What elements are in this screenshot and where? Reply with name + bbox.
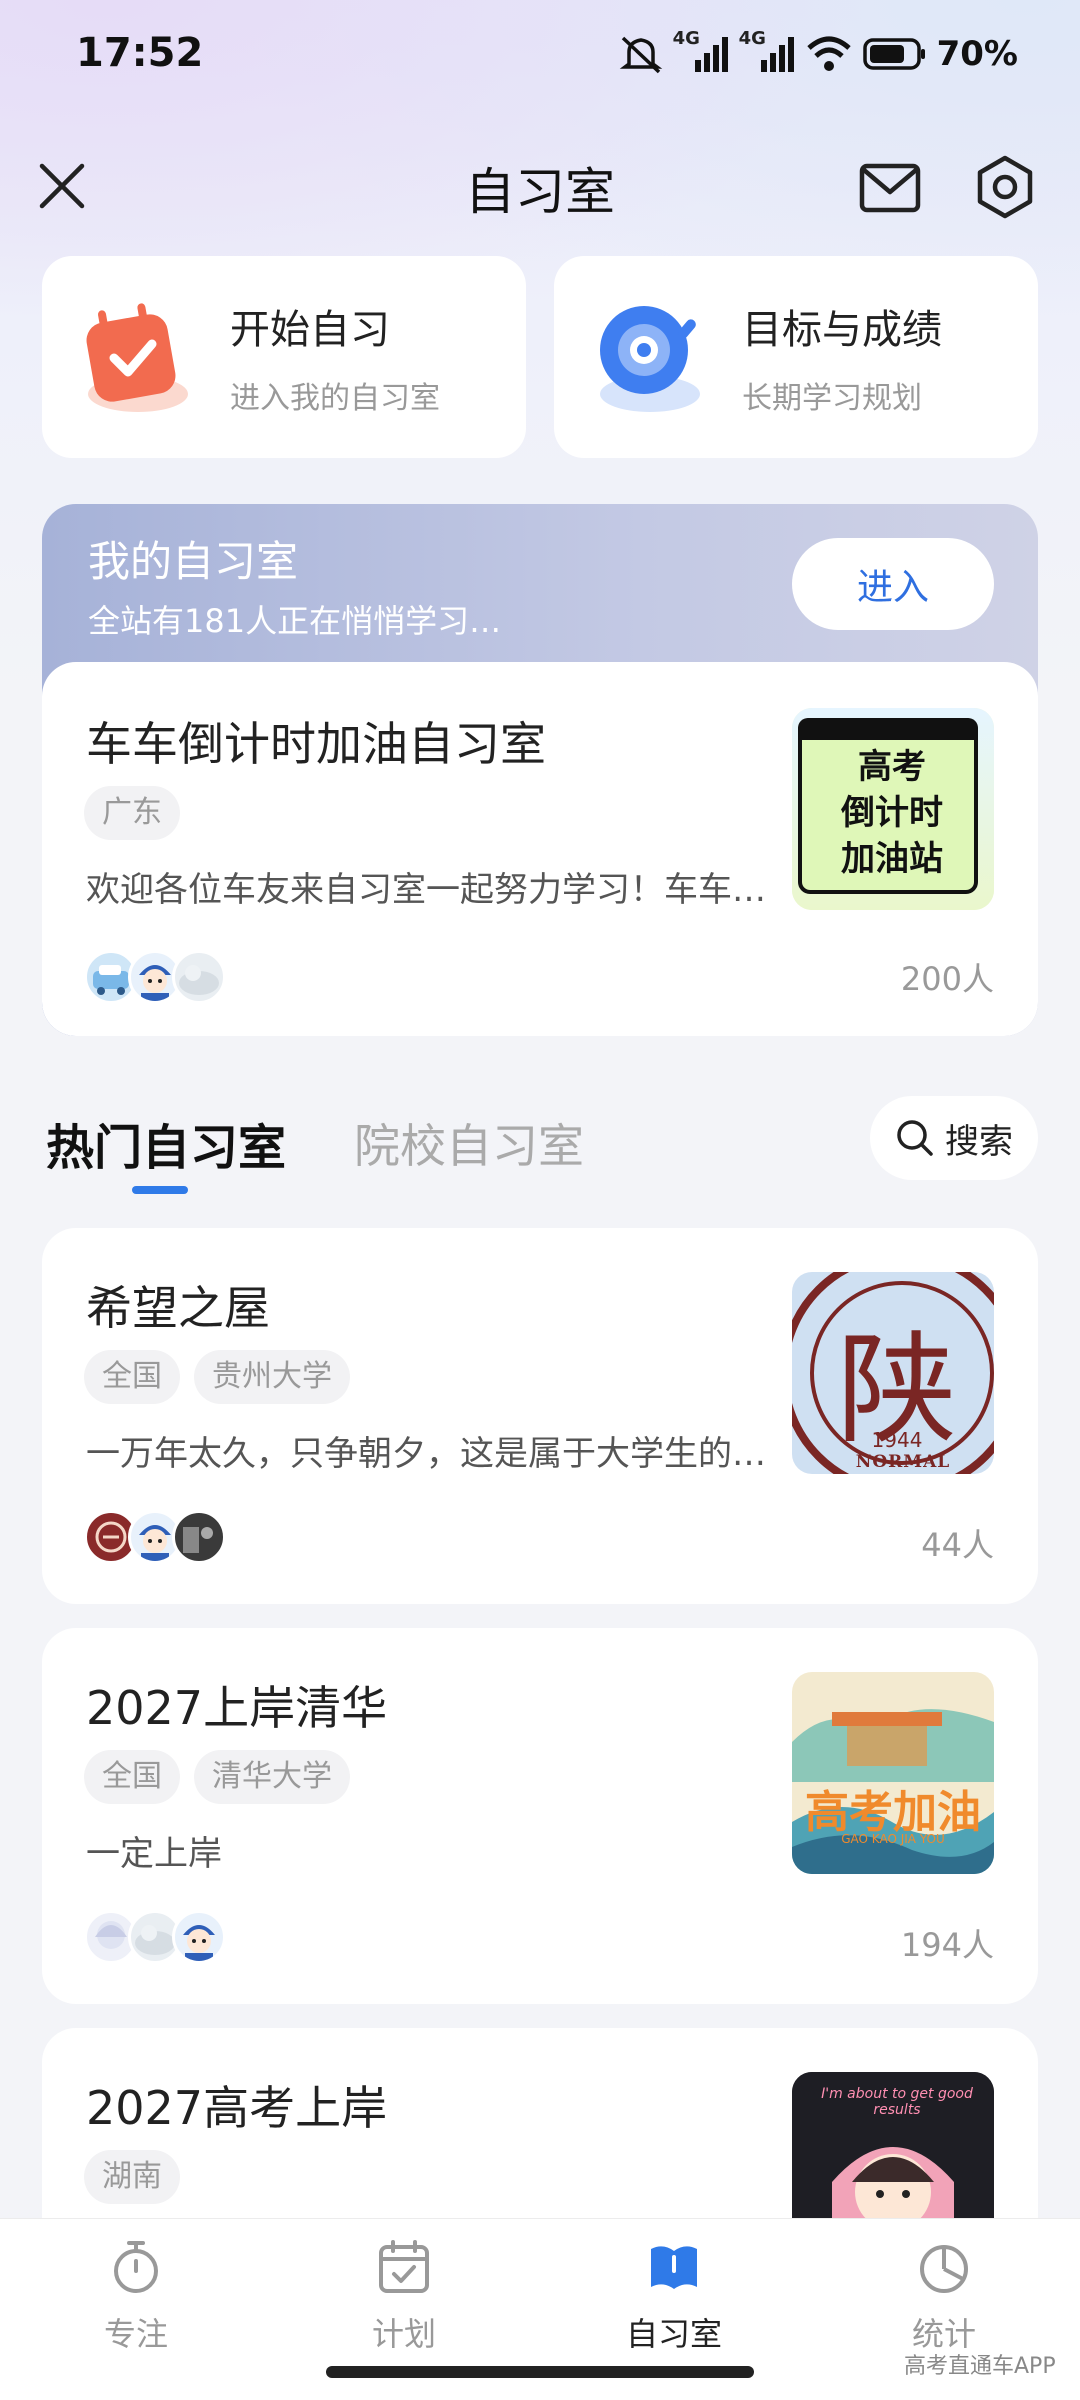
mute-icon bbox=[619, 36, 662, 74]
my-room-section: 我的自习室 全站有181人正在悄悄学习… 进入 车车倒计时加油自习室 广东 欢迎… bbox=[42, 504, 1038, 1036]
calendar-check-icon bbox=[76, 298, 194, 416]
room-tag: 贵州大学 bbox=[194, 1350, 350, 1404]
thumb-year: 1944 bbox=[871, 1428, 923, 1452]
search-button[interactable]: 搜索 bbox=[870, 1096, 1038, 1180]
thumb-subtext: GAO KAO JIA YOU bbox=[841, 1832, 945, 1846]
timer-icon bbox=[114, 2241, 158, 2293]
search-icon bbox=[897, 1120, 933, 1156]
enter-button[interactable]: 进入 bbox=[792, 538, 994, 630]
tab-school-rooms[interactable]: 院校自习室 bbox=[354, 1110, 584, 1176]
room-thumbnail: 高考 倒计时 加油站 bbox=[792, 708, 994, 910]
room-description: 一万年太久，只争朝夕，这是属于大学生的… bbox=[86, 1434, 766, 1474]
room-name: 2027高考上岸 bbox=[86, 2081, 388, 2135]
battery-percent: 70% bbox=[936, 34, 1018, 74]
tab-hot-rooms[interactable]: 热门自习室 bbox=[46, 1108, 286, 1178]
my-room-subtitle: 全站有181人正在悄悄学习… bbox=[88, 602, 502, 640]
nav-label: 自习室 bbox=[625, 2315, 722, 2353]
avatar bbox=[172, 1510, 226, 1564]
member-avatars bbox=[84, 1510, 226, 1564]
room-thumbnail: 高考加油 GAO KAO JIA YOU bbox=[792, 1672, 994, 1874]
thumb-line-2: 倒计时 bbox=[841, 793, 943, 833]
battery-icon bbox=[862, 38, 925, 70]
thumb-line-3: 加油站 bbox=[841, 839, 943, 879]
nav-study-room[interactable]: 自习室 bbox=[604, 2239, 744, 2355]
goals-title: 目标与成绩 bbox=[742, 307, 942, 353]
calendar-icon bbox=[379, 2240, 429, 2293]
start-study-card[interactable]: 开始自习 进入我的自习室 bbox=[42, 256, 526, 458]
avatar bbox=[172, 950, 226, 1004]
room-tag: 湖南 bbox=[84, 2150, 180, 2204]
goals-card[interactable]: 目标与成绩 长期学习规划 bbox=[554, 256, 1038, 458]
room-description: 欢迎各位车友来自习室一起努力学习！车车… bbox=[86, 870, 766, 910]
settings-icon[interactable] bbox=[972, 154, 1038, 220]
start-study-title: 开始自习 bbox=[230, 307, 390, 353]
signal-icon-2: 4G bbox=[739, 28, 795, 74]
room-name: 车车倒计时加油自习室 bbox=[86, 717, 546, 771]
watermark: 高考直通车APP bbox=[904, 2354, 1056, 2379]
my-room-card[interactable]: 车车倒计时加油自习室 广东 欢迎各位车友来自习室一起努力学习！车车… 200人 … bbox=[42, 662, 1038, 1036]
room-tag: 清华大学 bbox=[194, 1750, 350, 1804]
wifi-icon bbox=[806, 36, 851, 71]
target-icon bbox=[588, 298, 706, 416]
nav-stats[interactable]: 统计 bbox=[874, 2239, 1014, 2355]
search-label: 搜索 bbox=[945, 1121, 1013, 1162]
goals-subtitle: 长期学习规划 bbox=[742, 381, 922, 416]
nav-label: 计划 bbox=[371, 2315, 436, 2353]
room-thumbnail: 陕 1944 NORMAL UNIVERSITY bbox=[792, 1272, 994, 1474]
room-tags: 全国 贵州大学 bbox=[84, 1350, 364, 1404]
my-room-title: 我的自习室 bbox=[88, 537, 299, 586]
member-count: 44人 bbox=[921, 1526, 994, 1564]
room-name: 2027上岸清华 bbox=[86, 1681, 388, 1735]
room-tags: 广东 bbox=[84, 786, 194, 840]
room-card[interactable]: 希望之屋 全国 贵州大学 一万年太久，只争朝夕，这是属于大学生的… 44人 陕 1… bbox=[42, 1228, 1038, 1604]
room-card[interactable]: 2027上岸清华 全国 清华大学 一定上岸 194人 高考加油 GAO KAO J… bbox=[42, 1628, 1038, 2004]
mail-icon[interactable] bbox=[858, 160, 922, 216]
signal-icon-1: 4G bbox=[673, 28, 729, 74]
room-tags: 全国 清华大学 bbox=[84, 1750, 364, 1804]
room-tags: 湖南 bbox=[84, 2150, 194, 2204]
thumb-arc: NORMAL UNIVERSITY bbox=[836, 1452, 969, 1474]
thumb-text: I'm about to get good results bbox=[821, 2086, 973, 2118]
start-study-subtitle: 进入我的自习室 bbox=[230, 381, 440, 416]
member-avatars bbox=[84, 950, 226, 1004]
thumb-text: 高考加油 bbox=[805, 1787, 981, 1838]
room-description: 一定上岸 bbox=[86, 1834, 222, 1874]
book-icon bbox=[651, 2246, 697, 2289]
room-name: 希望之屋 bbox=[86, 1281, 270, 1335]
avatar bbox=[172, 1910, 226, 1964]
room-tag: 全国 bbox=[84, 1750, 180, 1804]
nav-label: 专注 bbox=[103, 2315, 168, 2353]
pie-chart-icon bbox=[920, 2245, 968, 2293]
nav-focus[interactable]: 专注 bbox=[66, 2239, 206, 2355]
member-avatars bbox=[84, 1910, 226, 1964]
nav-plan[interactable]: 计划 bbox=[334, 2239, 474, 2355]
thumb-line-1: 高考 bbox=[858, 747, 926, 787]
member-count: 194人 bbox=[900, 1926, 994, 1964]
active-tab-indicator bbox=[132, 1186, 188, 1194]
member-count: 200人 bbox=[900, 960, 994, 998]
status-time: 17:52 bbox=[76, 30, 204, 76]
room-tag: 广东 bbox=[84, 786, 180, 840]
status-icons: 4G 4G 70% bbox=[619, 28, 1018, 74]
home-indicator[interactable] bbox=[326, 2366, 754, 2378]
room-tag: 全国 bbox=[84, 1350, 180, 1404]
